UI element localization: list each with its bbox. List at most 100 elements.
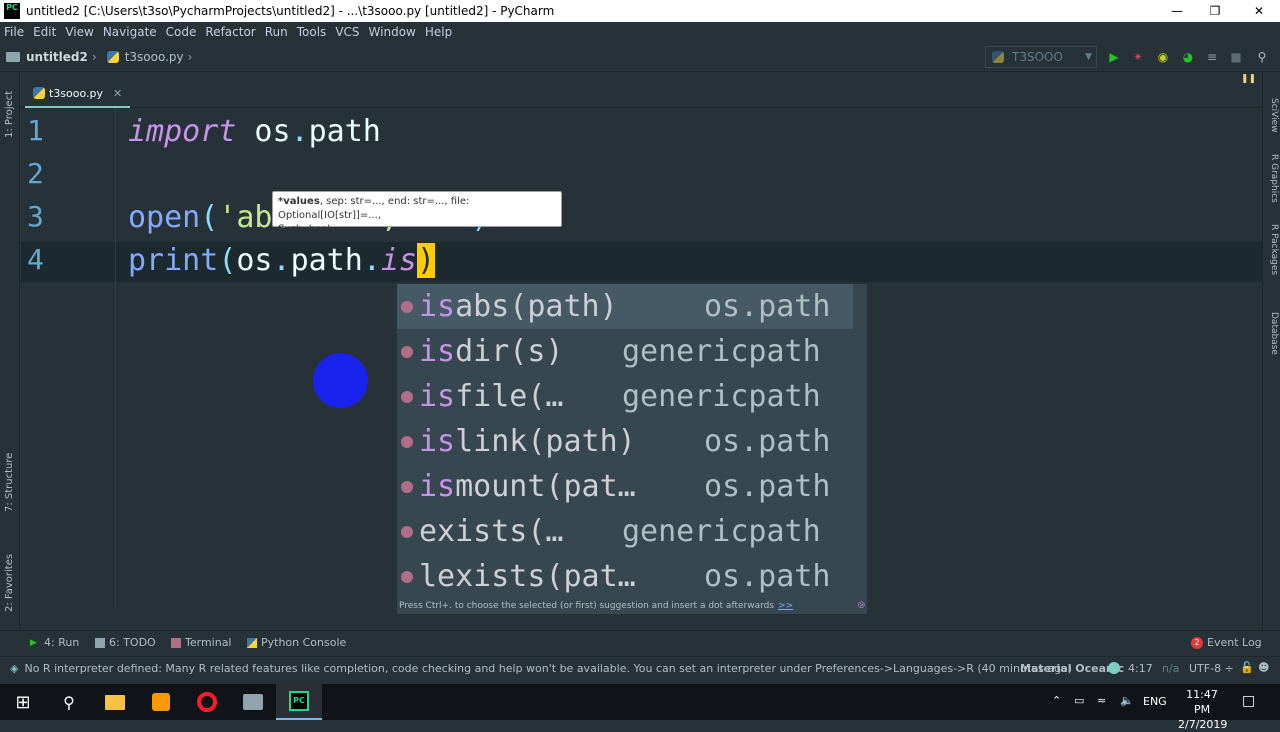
tab-t3sooo[interactable]: t3sooo.py ✕ <box>25 80 131 108</box>
search-everywhere-icon[interactable]: ⚲ <box>1254 49 1270 65</box>
tool-run[interactable]: ▶ 4: Run <box>30 636 79 649</box>
identifier: os <box>236 243 273 278</box>
completion-item[interactable]: lexists(pat… os.path <box>397 554 853 599</box>
menu-vcs[interactable]: VCS <box>335 25 359 39</box>
completion-item[interactable]: isfile(… genericpath <box>397 374 853 419</box>
completion-source: os.path <box>704 424 831 459</box>
lock-icon[interactable]: 🔓 <box>1240 661 1254 674</box>
menu-file[interactable]: File <box>4 25 24 39</box>
close-tab-icon[interactable]: ✕ <box>113 87 122 100</box>
line-number: 3 <box>27 200 44 233</box>
tool-event-log[interactable]: 2 Event Log <box>1191 636 1262 649</box>
tab-label: t3sooo.py <box>49 86 104 100</box>
tool-terminal[interactable]: Terminal <box>171 636 232 649</box>
python-file-icon <box>106 50 119 63</box>
notification-icon: ◈ <box>10 662 19 675</box>
file-explorer-icon[interactable] <box>92 684 138 720</box>
menu-window[interactable]: Window <box>369 25 416 39</box>
clock-date: 2/7/2019 <box>1178 718 1228 731</box>
battery-icon[interactable]: ▭ <box>1074 694 1084 707</box>
file-encoding[interactable]: UTF-8 ÷ <box>1189 662 1234 675</box>
volume-icon[interactable]: 🔈 <box>1120 694 1134 707</box>
python-icon <box>992 51 1004 63</box>
editor-tab-bar: t3sooo.py ✕ ❚❚ <box>21 72 1262 108</box>
opera-browser-icon[interactable] <box>184 684 230 720</box>
menu-refactor[interactable]: Refactor <box>205 25 255 39</box>
run-with-coverage-icon[interactable]: ◉ <box>1155 49 1171 65</box>
close-window-button[interactable]: ✕ <box>1236 0 1280 22</box>
folder-icon <box>6 51 20 62</box>
tool-python-console[interactable]: Python Console <box>247 636 346 649</box>
run-icon[interactable]: ▶ <box>1106 49 1122 65</box>
completion-source: genericpath <box>622 514 821 549</box>
left-tool-strip: 1: Project 7: Structure 2: Favorites <box>0 72 20 632</box>
python-file-icon <box>33 87 45 99</box>
project-tool-button[interactable]: 1: Project <box>4 91 15 138</box>
windows-taskbar: ⊞ ⚲ PC ⌃ ▭ ≈ 🔈 ENG 11:47 PM 2/7/2019 □ <box>0 684 1280 731</box>
punctuation: ( <box>218 243 237 278</box>
wifi-icon[interactable]: ≈ <box>1097 694 1106 707</box>
stop-icon[interactable]: ■ <box>1228 49 1244 65</box>
completion-item[interactable]: exists(… genericpath <box>397 509 853 554</box>
breadcrumb-file[interactable]: t3sooo.py <box>125 50 184 64</box>
restore-button[interactable]: ❐ <box>1192 0 1238 22</box>
breadcrumb-project[interactable]: untitled2 <box>26 50 88 64</box>
pycharm-app-icon: PC <box>4 3 20 19</box>
menu-run[interactable]: Run <box>265 25 288 39</box>
favorites-tool-button[interactable]: 2: Favorites <box>4 554 15 612</box>
parameter-info-tooltip: *values, sep: str=..., end: str=..., fil… <box>272 191 562 235</box>
completion-hint-link[interactable]: >> <box>778 601 793 611</box>
menu-help[interactable]: Help <box>425 25 452 39</box>
r-packages-tool-button[interactable]: R Packages <box>1269 224 1279 275</box>
run-icon: ▶ <box>30 637 37 648</box>
pycharm-taskbar-icon[interactable]: PC <box>276 684 322 720</box>
menu-view[interactable]: View <box>65 25 93 39</box>
r-graphics-tool-button[interactable]: R Graphics <box>1269 154 1279 203</box>
param-line2: flush: bool=... <box>278 224 349 235</box>
chevron-up-icon[interactable]: ⌃ <box>1052 694 1061 707</box>
menu-navigate[interactable]: Navigate <box>103 25 157 39</box>
code-completion-popup[interactable]: isabs(path) os.path isdir(s) genericpath… <box>397 284 867 614</box>
menu-tools[interactable]: Tools <box>297 25 327 39</box>
run-configuration-label: T3SOOO <box>1012 50 1063 64</box>
debug-icon[interactable]: ✴ <box>1130 49 1146 65</box>
right-tool-strip: SciView R Graphics R Packages Database <box>1262 72 1280 632</box>
run-configuration-select[interactable]: T3SOOO ▼ <box>985 46 1097 68</box>
inspection-icon[interactable]: ❚❚ <box>1241 74 1256 84</box>
typed-text: is <box>380 243 417 278</box>
sublime-text-icon[interactable] <box>138 684 184 720</box>
terminal-icon <box>171 637 181 648</box>
window-title: untitled2 [C:\Users\t3so\PycharmProjects… <box>26 4 555 18</box>
theme-icon <box>1108 662 1120 674</box>
completion-item[interactable]: islink(path) os.path <box>397 419 853 464</box>
completion-hint: Press Ctrl+. to choose the selected (or … <box>397 598 867 614</box>
line-number: 4 <box>27 243 44 276</box>
status-message[interactable]: ◈ No R interpreter defined: Many R relate… <box>10 662 1072 675</box>
database-tool-button[interactable]: Database <box>1269 312 1279 355</box>
pin-icon[interactable]: ⧁ <box>858 601 865 611</box>
profile-icon[interactable]: ◕ <box>1180 49 1196 65</box>
tool-todo[interactable]: 6: TODO <box>95 636 156 649</box>
input-language[interactable]: ENG <box>1143 695 1167 708</box>
sciview-tool-button[interactable]: SciView <box>1269 98 1279 133</box>
inspector-icon[interactable]: ☻ <box>1258 661 1269 674</box>
search-icon[interactable]: ⚲ <box>46 684 92 720</box>
clock-time: 11:47 PM <box>1186 688 1218 716</box>
param-current: *values <box>278 196 320 207</box>
structure-tool-button[interactable]: 7: Structure <box>4 453 15 512</box>
line-separator[interactable]: n/a <box>1162 662 1179 675</box>
app-window-icon[interactable] <box>230 684 276 720</box>
method-icon <box>401 300 413 313</box>
completion-item[interactable]: isabs(path) os.path <box>397 284 853 329</box>
clock[interactable]: 11:47 PM 2/7/2019 <box>1178 687 1228 732</box>
menu-edit[interactable]: Edit <box>33 25 56 39</box>
method-icon <box>401 435 413 448</box>
chevron-right-icon: › <box>91 49 97 64</box>
completion-item[interactable]: isdir(s) genericpath <box>397 329 853 374</box>
completion-item[interactable]: ismount(pat… os.path <box>397 464 853 509</box>
windows-start-icon[interactable]: ⊞ <box>0 684 46 720</box>
concurrency-icon[interactable]: ≡ <box>1204 49 1220 65</box>
caret-position[interactable]: 4:17 <box>1128 662 1153 675</box>
menu-code[interactable]: Code <box>166 25 197 39</box>
action-center-icon[interactable]: □ <box>1242 693 1255 709</box>
